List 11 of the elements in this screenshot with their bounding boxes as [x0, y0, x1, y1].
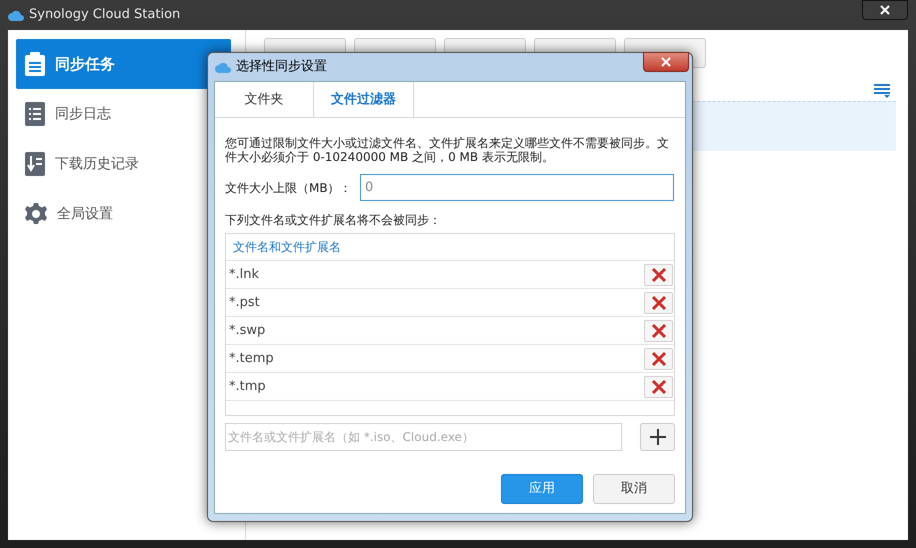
list-label: 下列文件名或文件扩展名将不会被同步： — [225, 212, 442, 229]
filter-pattern: *.pst — [229, 294, 260, 312]
size-limit-label: 文件大小上限（MB）： — [225, 180, 353, 196]
window-title: Synology Cloud Station — [29, 6, 180, 24]
description-text: 您可通过限制文件大小或过滤文件名、文件扩展名来定义哪些文件不需要被同步。文件大小必须介于 0-10240000 MB 之间，0 MB 表示无限制。 — [225, 136, 670, 164]
filter-pattern: *.tmp — [229, 378, 266, 396]
dialog-title: 选择性同步设置 — [236, 58, 327, 76]
filter-pattern: *.swp — [229, 322, 266, 340]
filter-pattern: *.temp — [229, 350, 274, 368]
column-header: 文件名和文件扩展名 — [233, 239, 341, 256]
filter-pattern: *.lnk — [229, 266, 260, 284]
